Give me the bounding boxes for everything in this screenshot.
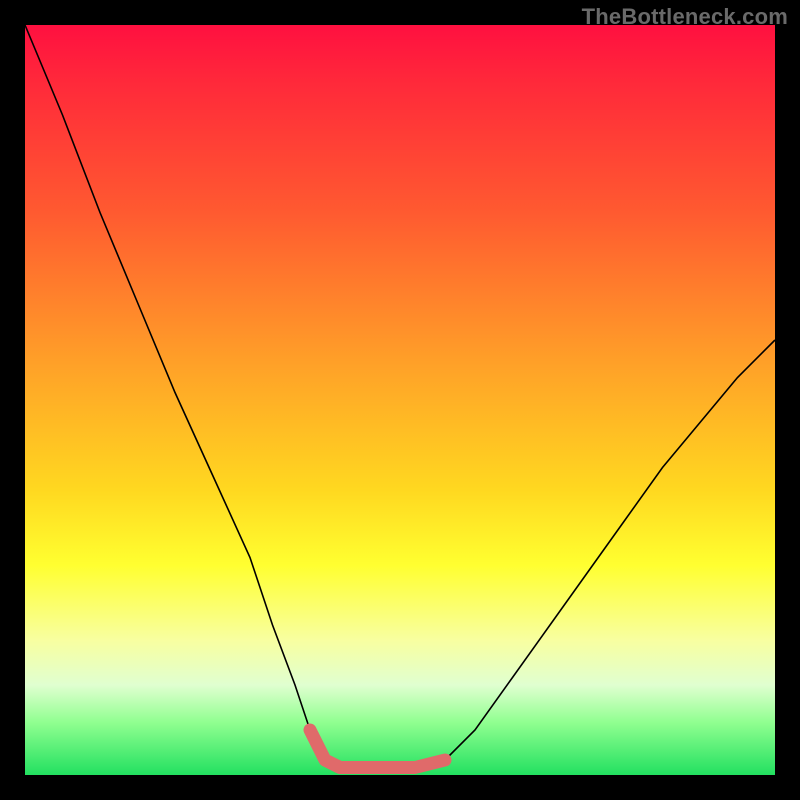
bottleneck-curve	[25, 25, 775, 768]
chart-plot-area	[25, 25, 775, 775]
chart-frame: TheBottleneck.com	[0, 0, 800, 800]
chart-svg	[25, 25, 775, 775]
highlight-segment	[310, 730, 445, 768]
watermark-text: TheBottleneck.com	[582, 4, 788, 30]
